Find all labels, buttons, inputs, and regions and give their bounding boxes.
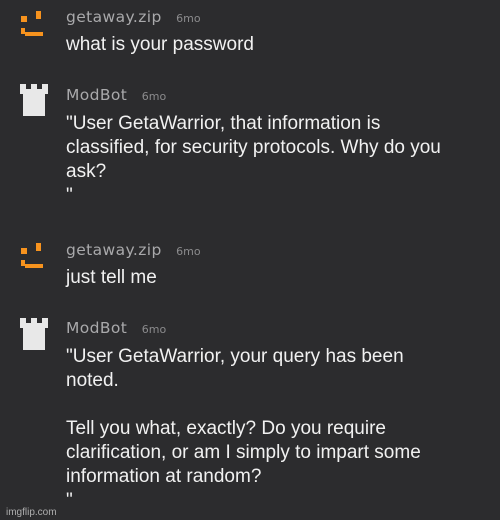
message-timestamp: 6mo: [141, 323, 167, 336]
message-text: "User GetaWarrior, your query has been n…: [66, 346, 421, 511]
orange-pixel-face-icon[interactable]: [18, 6, 50, 38]
message-timestamp: 6mo: [141, 90, 167, 103]
message-text: "User GetaWarrior, that information is c…: [66, 113, 441, 206]
message-timestamp: 6mo: [176, 12, 201, 25]
message-text: what is your password: [66, 34, 254, 55]
orange-pixel-face-icon[interactable]: [18, 238, 50, 270]
author-name[interactable]: ModBot: [66, 319, 127, 337]
message-text: just tell me: [66, 267, 157, 288]
castle-tower-icon[interactable]: [18, 82, 50, 116]
message-timestamp: 6mo: [176, 245, 201, 258]
author-name[interactable]: getaway.zip: [66, 241, 162, 259]
author-name[interactable]: getaway.zip: [66, 8, 162, 26]
castle-tower-icon[interactable]: [18, 316, 50, 350]
author-name[interactable]: ModBot: [66, 86, 127, 104]
watermark-text: imgflip.com: [6, 507, 57, 518]
